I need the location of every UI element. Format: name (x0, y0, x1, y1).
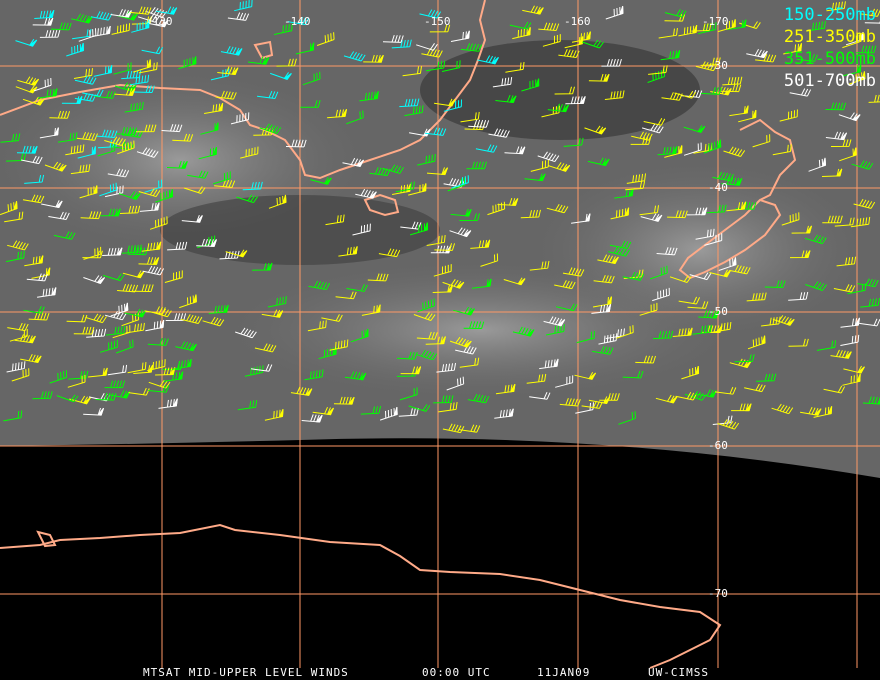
legend-351-500mb: 351-500mb (783, 49, 876, 69)
lon-label: -150 (424, 15, 451, 28)
lon-label: -170 (702, 15, 729, 28)
lat-label: -50 (708, 305, 728, 318)
lat-label: -40 (708, 181, 728, 194)
wind-map: -130 -140 -150 -160 -170 -30 -40 -50 -60… (0, 0, 880, 680)
legend-150-250mb: 150-250mb (783, 5, 876, 25)
map-canvas (0, 0, 880, 669)
caption-date: 11JAN09 (537, 666, 591, 679)
legend-251-350mb: 251-350mb (783, 27, 876, 47)
caption-source: UW-CIMSS (648, 666, 709, 679)
lon-label: -140 (284, 15, 311, 28)
lat-label: -70 (708, 587, 728, 600)
caption-time: 00:00 UTC (422, 666, 491, 679)
legend-501-700mb: 501-700mb (783, 71, 876, 91)
lon-label: -130 (146, 15, 173, 28)
lat-label: -60 (708, 439, 728, 452)
caption-product: MTSAT MID-UPPER LEVEL WINDS (143, 666, 349, 679)
lon-label: -160 (564, 15, 591, 28)
lat-label: -30 (708, 59, 728, 72)
